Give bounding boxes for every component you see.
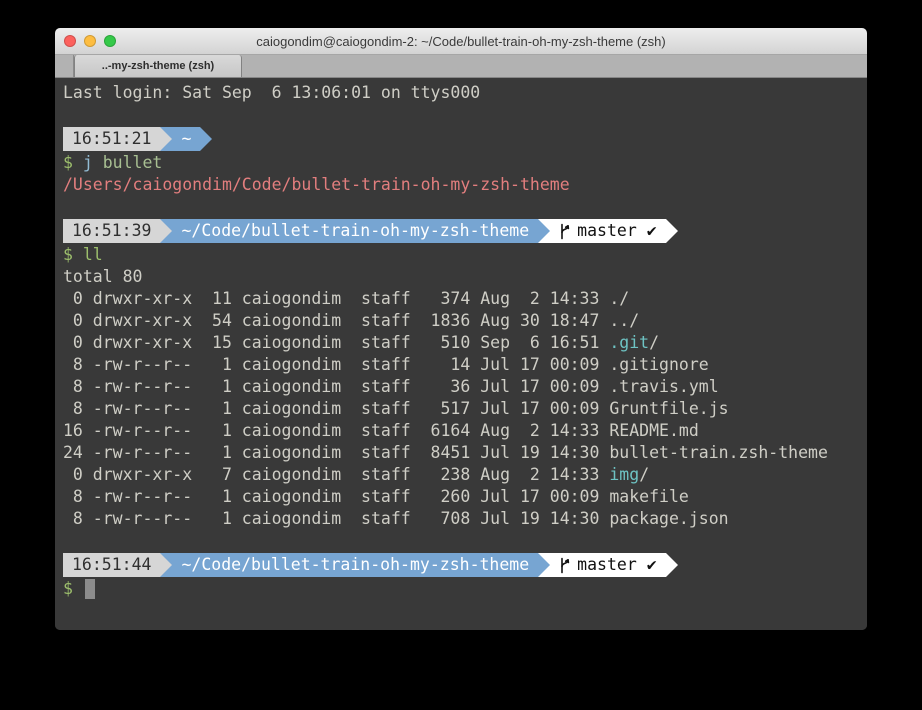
- terminal-window: caiogondim@caiogondim-2: ~/Code/bullet-t…: [55, 28, 867, 630]
- terminal-text: /: [639, 464, 649, 486]
- terminal-text: total 80: [63, 266, 142, 288]
- git-branch-icon: [559, 223, 571, 240]
- prompt-time-segment: 16:51:44: [63, 553, 160, 577]
- terminal-line: [63, 104, 867, 126]
- tab-label: ..-my-zsh-theme (zsh): [102, 60, 214, 72]
- terminal-text: /: [649, 332, 659, 354]
- powerline-arrow: [666, 219, 678, 243]
- terminal-text: $: [63, 152, 83, 174]
- prompt-line: 16:51:44 ~/Code/bullet-train-oh-my-zsh-th…: [63, 552, 867, 578]
- terminal-line: 16 -rw-r--r-- 1 caiogondim staff 6164 Au…: [63, 420, 867, 442]
- terminal-text: $: [63, 244, 83, 266]
- terminal-line: $ j bullet: [63, 152, 867, 174]
- terminal-line: [63, 530, 867, 552]
- terminal-line: 8 -rw-r--r-- 1 caiogondim staff 517 Jul …: [63, 398, 867, 420]
- terminal-line: 0 drwxr-xr-x 11 caiogondim staff 374 Aug…: [63, 288, 867, 310]
- git-branch-label: master ✔: [577, 220, 656, 242]
- terminal-line: /Users/caiogondim/Code/bullet-train-oh-m…: [63, 174, 867, 196]
- terminal-text: 8 -rw-r--r-- 1 caiogondim staff 260 Jul …: [63, 486, 689, 508]
- terminal-text: Last login: Sat Sep 6 13:06:01 on ttys00…: [63, 82, 480, 104]
- powerline-arrow: [160, 553, 172, 577]
- terminal-line: 8 -rw-r--r-- 1 caiogondim staff 708 Jul …: [63, 508, 867, 530]
- terminal-text: ll: [83, 244, 103, 266]
- git-branch-label: master ✔: [577, 554, 656, 576]
- window-title: caiogondim@caiogondim-2: ~/Code/bullet-t…: [256, 34, 666, 49]
- terminal-text: 8 -rw-r--r-- 1 caiogondim staff 14 Jul 1…: [63, 354, 709, 376]
- prompt-line: 16:51:21 ~: [63, 126, 867, 152]
- terminal-body[interactable]: Last login: Sat Sep 6 13:06:01 on ttys00…: [55, 78, 867, 630]
- terminal-text: 0 drwxr-xr-x 54 caiogondim staff 1836 Au…: [63, 310, 639, 332]
- terminal-text: .git: [609, 332, 649, 354]
- terminal-text: 8 -rw-r--r-- 1 caiogondim staff 36 Jul 1…: [63, 376, 719, 398]
- terminal-line: $: [63, 578, 867, 600]
- minimize-button[interactable]: [84, 35, 96, 47]
- block-cursor: [85, 579, 95, 599]
- terminal-text: 0 drwxr-xr-x 15 caiogondim staff 510 Sep…: [63, 332, 609, 354]
- powerline-arrow: [666, 553, 678, 577]
- prompt-dir-segment: ~/Code/bullet-train-oh-my-zsh-theme: [172, 553, 538, 577]
- terminal-text: 0 drwxr-xr-x 11 caiogondim staff 374 Aug…: [63, 288, 629, 310]
- terminal-text: img: [609, 464, 639, 486]
- terminal-line: 8 -rw-r--r-- 1 caiogondim staff 14 Jul 1…: [63, 354, 867, 376]
- terminal-line: $ ll: [63, 244, 867, 266]
- powerline-arrow: [200, 127, 212, 151]
- terminal-line: 24 -rw-r--r-- 1 caiogondim staff 8451 Ju…: [63, 442, 867, 464]
- git-branch-icon: [559, 557, 571, 574]
- terminal-line: 0 drwxr-xr-x 15 caiogondim staff 510 Sep…: [63, 332, 867, 354]
- prompt-dir-segment: ~: [172, 127, 200, 151]
- terminal-line: [63, 196, 867, 218]
- prompt-time-segment: 16:51:21: [63, 127, 160, 151]
- terminal-text: $: [63, 578, 83, 600]
- tab-bar: ..-my-zsh-theme (zsh): [55, 55, 867, 78]
- powerline-arrow: [538, 553, 550, 577]
- terminal-text: 8 -rw-r--r-- 1 caiogondim staff 517 Jul …: [63, 398, 729, 420]
- prompt-git-segment: master ✔: [550, 219, 665, 243]
- prompt-dir-segment: ~/Code/bullet-train-oh-my-zsh-theme: [172, 219, 538, 243]
- prompt-time-segment: 16:51:39: [63, 219, 160, 243]
- terminal-text: 16 -rw-r--r-- 1 caiogondim staff 6164 Au…: [63, 420, 699, 442]
- terminal-text: /Users/caiogondim/Code/bullet-train-oh-m…: [63, 174, 570, 196]
- terminal-line: total 80: [63, 266, 867, 288]
- terminal-line: 0 drwxr-xr-x 54 caiogondim staff 1836 Au…: [63, 310, 867, 332]
- prompt-git-segment: master ✔: [550, 553, 665, 577]
- powerline-arrow: [160, 127, 172, 151]
- title-bar[interactable]: caiogondim@caiogondim-2: ~/Code/bullet-t…: [55, 28, 867, 55]
- terminal-line: Last login: Sat Sep 6 13:06:01 on ttys00…: [63, 82, 867, 104]
- tab-my-zsh-theme[interactable]: ..-my-zsh-theme (zsh): [74, 55, 242, 77]
- terminal-text: 0 drwxr-xr-x 7 caiogondim staff 238 Aug …: [63, 464, 609, 486]
- tab-edge-stub: [55, 55, 74, 77]
- terminal-text: bullet: [103, 152, 163, 174]
- terminal-text: 8 -rw-r--r-- 1 caiogondim staff 708 Jul …: [63, 508, 729, 530]
- terminal-line: 8 -rw-r--r-- 1 caiogondim staff 260 Jul …: [63, 486, 867, 508]
- zoom-button[interactable]: [104, 35, 116, 47]
- terminal-text: j: [83, 152, 103, 174]
- terminal-line: 8 -rw-r--r-- 1 caiogondim staff 36 Jul 1…: [63, 376, 867, 398]
- powerline-arrow: [538, 219, 550, 243]
- terminal-text: 24 -rw-r--r-- 1 caiogondim staff 8451 Ju…: [63, 442, 828, 464]
- powerline-arrow: [160, 219, 172, 243]
- terminal-line: 0 drwxr-xr-x 7 caiogondim staff 238 Aug …: [63, 464, 867, 486]
- prompt-line: 16:51:39 ~/Code/bullet-train-oh-my-zsh-th…: [63, 218, 867, 244]
- close-button[interactable]: [64, 35, 76, 47]
- window-controls: [64, 28, 116, 54]
- desktop: { "window": { "title": "caiogondim@caiog…: [0, 0, 922, 710]
